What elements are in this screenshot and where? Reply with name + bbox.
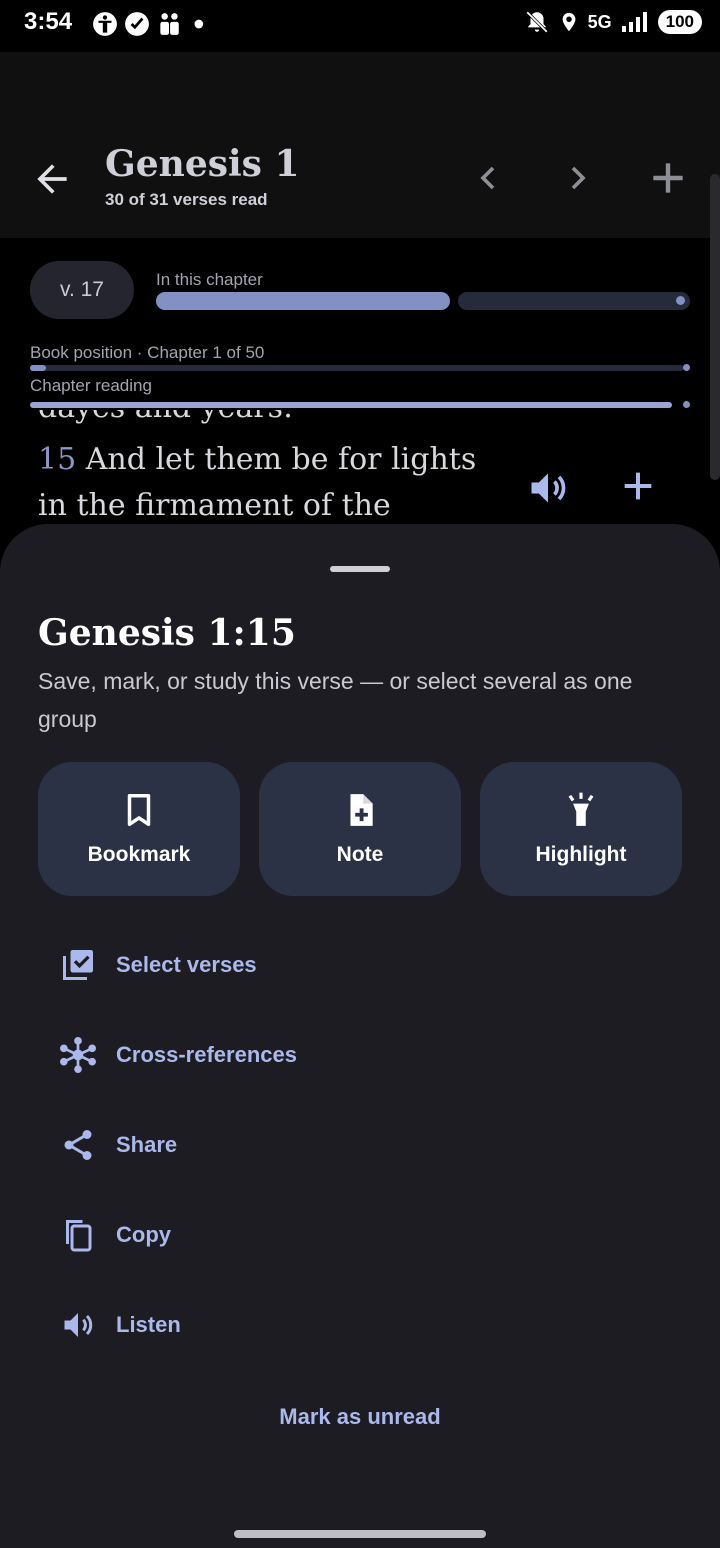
bookmark-label: Bookmark xyxy=(87,843,191,866)
speaker-icon xyxy=(56,1303,100,1347)
back-arrow-icon[interactable] xyxy=(30,157,74,201)
chevron-left-icon[interactable] xyxy=(468,158,508,198)
network-icon xyxy=(56,1033,100,1077)
signal-icon xyxy=(621,12,647,32)
network-label: 5G xyxy=(587,11,612,32)
select-check-icon xyxy=(56,943,100,987)
speaker-icon[interactable] xyxy=(526,466,570,510)
note-button[interactable]: Note xyxy=(259,762,461,896)
flashlight-icon xyxy=(568,792,594,826)
share-item[interactable]: Share xyxy=(56,1115,456,1175)
sheet-drag-handle[interactable] xyxy=(330,566,390,572)
verse-number: 15 xyxy=(38,442,77,477)
previous-verse-clip: dayes and years: xyxy=(38,410,498,426)
sheet-title: Genesis 1:15 xyxy=(38,612,296,654)
status-icons-left xyxy=(92,11,214,37)
note-label: Note xyxy=(336,843,384,866)
home-indicator[interactable] xyxy=(234,1530,486,1538)
book-position-end-dot xyxy=(683,364,690,371)
bookmark-icon xyxy=(127,794,151,826)
chevron-right-icon[interactable] xyxy=(558,158,598,198)
book-position-track xyxy=(30,365,684,371)
select-verses-item[interactable]: Select verses xyxy=(56,935,456,995)
chapter-reading-end-dot xyxy=(683,401,690,408)
people-icon xyxy=(160,13,179,35)
location-icon xyxy=(562,12,576,32)
mute-icon xyxy=(525,11,548,33)
listen-item[interactable]: Listen xyxy=(56,1295,456,1355)
chapter-progress-end-dot xyxy=(676,296,685,305)
chapter-reading-fill xyxy=(30,402,672,408)
previous-verse-text: dayes and years: xyxy=(38,410,293,425)
verse-add-icon[interactable] xyxy=(618,466,658,506)
highlight-label: Highlight xyxy=(535,843,627,866)
chapter-progress-track xyxy=(458,292,690,310)
chapter-progress-fill xyxy=(156,292,450,310)
plus-icon[interactable] xyxy=(646,156,690,200)
cross-references-item[interactable]: Cross-references xyxy=(56,1025,456,1085)
share-label: Share xyxy=(116,1132,178,1157)
verified-icon xyxy=(125,12,149,36)
mark-as-unread-button[interactable]: Mark as unread xyxy=(0,1404,720,1430)
copy-label: Copy xyxy=(116,1222,171,1247)
select-verses-label: Select verses xyxy=(116,952,257,977)
scrollbar[interactable] xyxy=(710,174,720,480)
copy-item[interactable]: Copy xyxy=(56,1205,456,1265)
page-subtitle: 30 of 31 verses read xyxy=(105,190,268,209)
battery-badge: 100 xyxy=(657,10,702,34)
verse-pill[interactable]: v. 17 xyxy=(30,261,134,319)
book-position-fill xyxy=(30,365,46,371)
highlight-button[interactable]: Highlight xyxy=(480,762,682,896)
accessibility-icon xyxy=(93,12,117,36)
bookmark-button[interactable]: Bookmark xyxy=(38,762,240,896)
chapter-reading-label: Chapter reading xyxy=(30,376,152,395)
book-position-label: Book position · Chapter 1 of 50 xyxy=(30,343,265,362)
note-add-icon xyxy=(350,794,373,826)
dot-icon xyxy=(194,19,204,29)
share-icon xyxy=(56,1123,100,1167)
status-time: 3:54 xyxy=(24,8,73,35)
listen-label: Listen xyxy=(116,1312,181,1337)
sheet-description: Save, mark, or study this verse — or sel… xyxy=(38,668,633,732)
copy-icon xyxy=(56,1213,100,1257)
cross-references-label: Cross-references xyxy=(116,1042,297,1067)
status-icons-right: 5G 100 xyxy=(524,9,702,35)
page-title: Genesis 1 xyxy=(105,143,300,185)
in-chapter-label: In this chapter xyxy=(156,270,263,289)
